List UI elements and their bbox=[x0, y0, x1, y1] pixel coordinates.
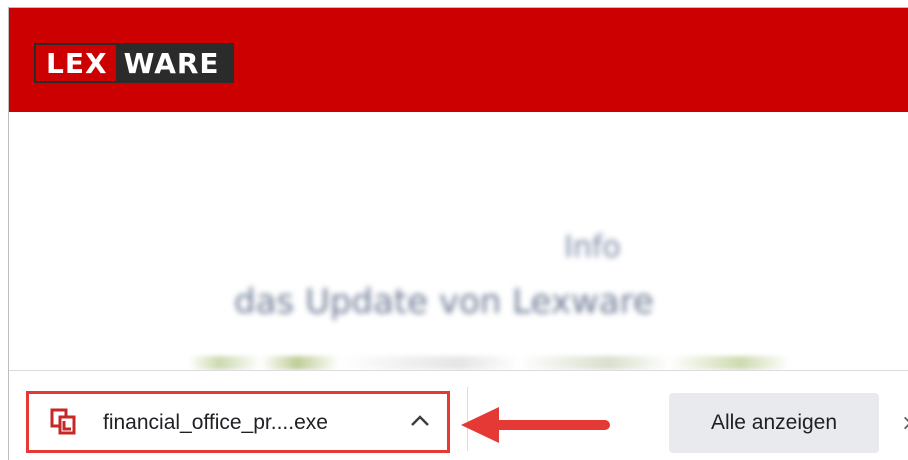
show-all-button[interactable]: Alle anzeigen bbox=[669, 393, 879, 453]
blurred-image-strip bbox=[189, 356, 789, 370]
lexware-logo: LEX WARE bbox=[34, 43, 234, 83]
close-icon[interactable]: × bbox=[901, 411, 908, 436]
browser-window: LEX WARE Info das Update von Lexware fin… bbox=[8, 7, 908, 460]
lexware-file-icon bbox=[49, 407, 79, 437]
logo-text-lex: LEX bbox=[36, 45, 116, 81]
chevron-up-icon[interactable] bbox=[407, 410, 433, 432]
blurred-subheading: das Update von Lexware bbox=[234, 282, 654, 322]
page-header: LEX WARE bbox=[9, 8, 908, 112]
download-file-name: financial_office_pr....exe bbox=[103, 411, 328, 434]
page-content: Info das Update von Lexware bbox=[9, 112, 908, 370]
left-arrow-icon bbox=[455, 405, 615, 445]
blurred-heading: Info bbox=[564, 230, 621, 265]
download-bar: financial_office_pr....exe Alle anzeigen… bbox=[9, 370, 908, 460]
logo-text-ware: WARE bbox=[115, 45, 232, 81]
download-item[interactable]: financial_office_pr....exe bbox=[26, 391, 450, 453]
screenshot-frame: LEX WARE Info das Update von Lexware fin… bbox=[0, 0, 908, 460]
